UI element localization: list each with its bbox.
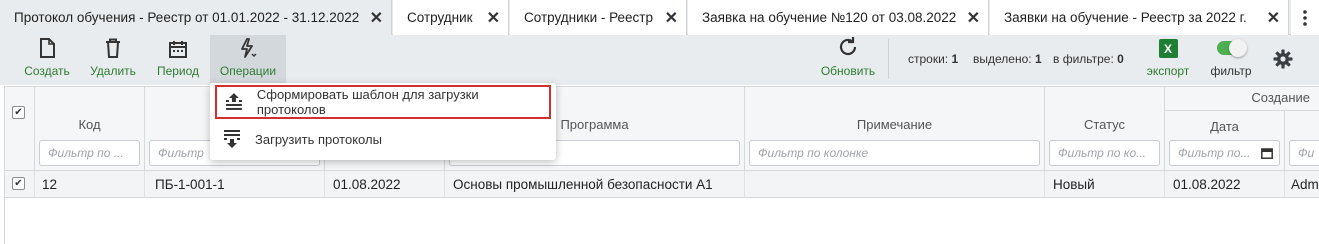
delete-button[interactable]: Удалить bbox=[84, 35, 142, 83]
tab-employees-registry[interactable]: Сотрудники - Реестр ✕ bbox=[510, 0, 687, 35]
column-title: Код bbox=[78, 117, 101, 132]
menu-item-load-protocols[interactable]: Загрузить протоколы bbox=[215, 122, 551, 156]
column-header-created-date[interactable]: Дата Фильтр по... bbox=[1165, 111, 1285, 171]
select-all-checkbox[interactable]: ✔ bbox=[12, 106, 25, 119]
more-tabs-icon[interactable] bbox=[1291, 0, 1319, 35]
cell-date[interactable]: 01.08.2022 bbox=[325, 171, 445, 198]
filter-input-author[interactable]: Фи bbox=[1289, 140, 1319, 166]
cell-code[interactable]: 12 bbox=[35, 171, 145, 198]
tab-label: Протокол обучения - Реестр от 01.01.2022… bbox=[14, 10, 360, 25]
selected-count-value: 1 bbox=[1034, 52, 1042, 66]
cell-note[interactable] bbox=[745, 171, 1045, 198]
tab-training-requests-registry[interactable]: Заявки на обучение - Реестр за 2022 г. ✕ bbox=[990, 0, 1289, 35]
filtered-count-label: в фильтре: bbox=[1053, 52, 1114, 66]
cell-program[interactable]: Основы промышленной безопасности А1 bbox=[445, 171, 745, 198]
lightning-icon bbox=[241, 38, 257, 58]
cell-created-date[interactable]: 01.08.2022 bbox=[1165, 171, 1285, 198]
gear-icon bbox=[1273, 49, 1293, 69]
filter-label: фильтр bbox=[1210, 64, 1252, 78]
column-group-creation: Создание bbox=[1165, 87, 1319, 111]
tab-label: Сотрудники - Реестр bbox=[524, 10, 653, 25]
upload-list-icon bbox=[225, 93, 242, 110]
column-header-code[interactable]: Код Фильтр по ... bbox=[35, 87, 145, 171]
filter-toggle[interactable]: фильтр bbox=[1204, 35, 1258, 83]
rows-count-value: 1 bbox=[951, 52, 959, 66]
trash-icon bbox=[106, 38, 120, 58]
export-button[interactable]: X экспорт bbox=[1140, 35, 1196, 83]
period-label: Период bbox=[156, 64, 200, 78]
column-title: Дата bbox=[1210, 119, 1239, 134]
refresh-icon bbox=[839, 37, 857, 56]
close-icon[interactable]: ✕ bbox=[665, 8, 678, 28]
tab-label: Сотрудник bbox=[407, 10, 473, 25]
calendar-icon[interactable] bbox=[1261, 147, 1273, 159]
download-list-icon bbox=[224, 130, 240, 148]
filter-input-code[interactable]: Фильтр по ... bbox=[39, 140, 140, 166]
cell-author[interactable]: Adm bbox=[1285, 171, 1319, 198]
refresh-label: Обновить bbox=[820, 64, 876, 78]
tab-bar: Протокол обучения - Реестр от 01.01.2022… bbox=[0, 0, 1319, 35]
operations-menu: Сформировать шаблон для загрузки протоко… bbox=[210, 83, 556, 160]
filtered-count-value: 0 bbox=[1117, 52, 1124, 66]
tab-training-request[interactable]: Заявка на обучение №120 от 03.08.2022 ✕ bbox=[688, 0, 989, 35]
row-checkbox-cell: ✔ bbox=[5, 171, 35, 198]
column-group-title: Создание bbox=[1251, 90, 1310, 105]
operations-label: Операции bbox=[219, 64, 277, 78]
cell-number[interactable]: ПБ-1-001-1 bbox=[145, 171, 325, 198]
rows-count: строки: 1 bbox=[908, 52, 958, 66]
menu-item-label: Загрузить протоколы bbox=[255, 131, 382, 147]
column-title: Статус bbox=[1083, 117, 1126, 132]
excel-icon: X bbox=[1158, 39, 1178, 58]
column-title: Примечание bbox=[856, 117, 933, 132]
toolbar-separator bbox=[888, 39, 889, 79]
period-button[interactable]: Период bbox=[152, 35, 204, 83]
column-header-note[interactable]: Примечание Фильтр по колонке bbox=[745, 87, 1045, 171]
filter-input-created-date[interactable]: Фильтр по... bbox=[1169, 140, 1280, 166]
cell-status[interactable]: Новый bbox=[1045, 171, 1165, 198]
close-icon[interactable]: ✕ bbox=[487, 8, 500, 28]
close-icon[interactable]: ✕ bbox=[967, 8, 980, 28]
delete-label: Удалить bbox=[90, 64, 136, 78]
row-checkbox[interactable]: ✔ bbox=[12, 177, 25, 190]
data-grid: ✔ Код Фильтр по ... Фильтр Программа онк… bbox=[4, 86, 1319, 244]
selected-count: выделено: 1 bbox=[973, 52, 1042, 66]
check-icon: ✔ bbox=[14, 107, 23, 118]
tab-label: Заявки на обучение - Реестр за 2022 г. bbox=[1004, 10, 1247, 25]
refresh-button[interactable]: Обновить bbox=[816, 35, 880, 83]
filter-placeholder: Фильтр по... bbox=[1178, 146, 1251, 160]
select-all-header: ✔ bbox=[5, 87, 35, 171]
check-icon: ✔ bbox=[14, 178, 23, 189]
close-icon[interactable]: ✕ bbox=[370, 8, 383, 28]
filter-input-status[interactable]: Фильтр по ко... bbox=[1049, 140, 1160, 166]
operations-button[interactable]: Операции bbox=[210, 35, 286, 83]
selected-count-label: выделено: bbox=[973, 52, 1032, 66]
export-label: экспорт bbox=[1146, 64, 1190, 78]
menu-item-label: Сформировать шаблон для загрузки протоко… bbox=[256, 87, 479, 117]
column-header-status[interactable]: Статус Фильтр по ко... bbox=[1045, 87, 1165, 171]
close-icon[interactable]: ✕ bbox=[1267, 8, 1280, 28]
rows-count-label: строки: bbox=[908, 52, 949, 66]
column-header-author[interactable]: Фи bbox=[1285, 111, 1319, 171]
calendar-icon bbox=[169, 41, 187, 58]
filter-input-note[interactable]: Фильтр по колонке bbox=[749, 140, 1040, 166]
tab-label: Заявка на обучение №120 от 03.08.2022 bbox=[702, 10, 957, 25]
create-button[interactable]: Создать bbox=[20, 35, 74, 83]
create-label: Создать bbox=[24, 64, 70, 78]
excel-icon-text: X bbox=[1163, 41, 1172, 56]
settings-button[interactable] bbox=[1270, 46, 1296, 72]
tab-protocol-registry[interactable]: Протокол обучения - Реестр от 01.01.2022… bbox=[0, 0, 392, 35]
menu-item-generate-template[interactable]: Сформировать шаблон для загрузки протоко… bbox=[215, 85, 551, 119]
new-document-icon bbox=[40, 38, 55, 58]
tab-employee[interactable]: Сотрудник ✕ bbox=[393, 0, 509, 35]
toggle-switch-icon bbox=[1217, 39, 1247, 57]
filtered-count: в фильтре: 0 bbox=[1053, 52, 1124, 66]
